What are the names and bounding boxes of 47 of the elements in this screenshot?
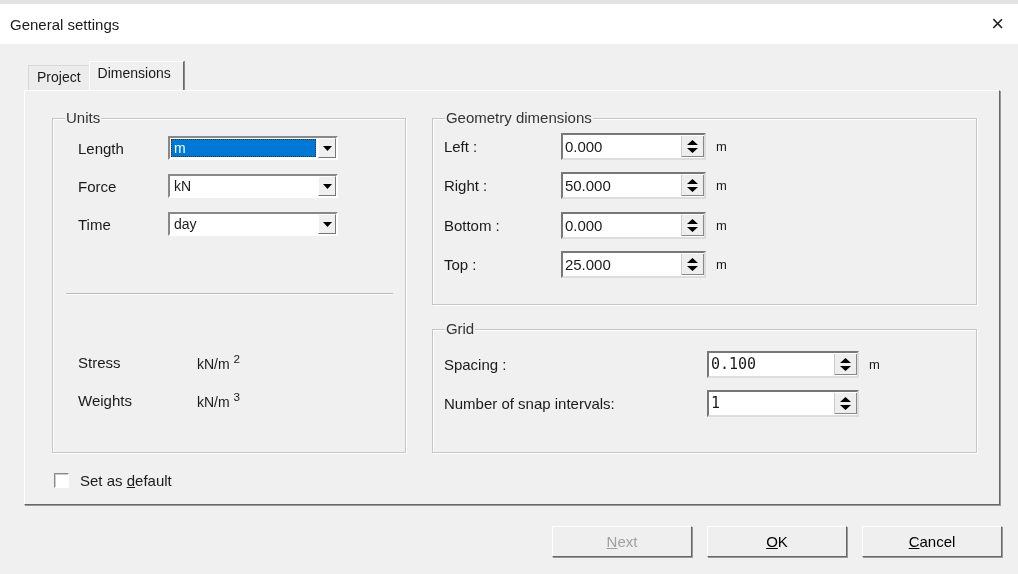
unit-label: m	[715, 178, 727, 193]
up-down-arrows-icon	[687, 139, 699, 153]
group-title: Grid	[444, 320, 476, 337]
checkbox[interactable]	[54, 473, 69, 488]
dropdown[interactable]: day	[168, 212, 338, 236]
caret-down-icon	[322, 183, 332, 189]
unit-label: m	[715, 138, 727, 154]
field-label: Bottom :	[443, 216, 501, 234]
number-field[interactable]: 25.000	[560, 251, 706, 278]
number-field[interactable]: 0.000	[560, 132, 706, 160]
number-field[interactable]: 0.100	[706, 350, 859, 378]
number-field[interactable]: 0.000	[560, 211, 706, 239]
field-label: Right :	[443, 177, 489, 194]
up-down-arrows-icon	[687, 258, 699, 271]
field-label: Spacing :	[443, 355, 508, 373]
up-down-arrows-icon	[687, 218, 699, 232]
dropdown[interactable]: m	[168, 136, 338, 160]
field-label: Weights	[78, 391, 133, 409]
field-label: Time	[78, 215, 112, 233]
group-title: Geometry dimensions	[444, 109, 593, 126]
unit-value: kN/m $^{3}$	[197, 390, 241, 410]
up-down-arrows-icon	[840, 357, 852, 371]
unit-value: kN/m $^{2}$	[197, 352, 241, 372]
unit-label: m	[715, 217, 727, 233]
group-title: Units	[65, 109, 102, 126]
caret-down-icon	[322, 221, 332, 227]
number-field[interactable]: 50.000	[560, 172, 706, 199]
dialog-button[interactable]: OK	[707, 526, 847, 557]
unit-label: m	[868, 356, 880, 372]
tab[interactable]: Project	[28, 65, 90, 90]
field-label: Force	[78, 177, 118, 195]
tab[interactable]: Dimensions	[88, 61, 184, 90]
number-field[interactable]: 1	[706, 389, 859, 417]
dialog-button[interactable]: Cancel	[862, 526, 1002, 557]
window-title: General settings	[10, 15, 120, 33]
field-label: Stress	[78, 353, 122, 371]
caret-down-icon	[322, 145, 332, 151]
close-button[interactable]: ×	[991, 13, 1004, 35]
checkbox-label[interactable]: Set as default	[80, 472, 172, 489]
unit-label: m	[715, 257, 727, 272]
dropdown[interactable]: kN	[168, 174, 338, 198]
field-label: Left :	[443, 137, 479, 155]
field-label: Length	[78, 139, 125, 157]
field-label: Top :	[443, 256, 478, 273]
up-down-arrows-icon	[840, 396, 852, 410]
up-down-arrows-icon	[687, 179, 699, 192]
field-label: Number of snap intervals:	[443, 394, 616, 412]
